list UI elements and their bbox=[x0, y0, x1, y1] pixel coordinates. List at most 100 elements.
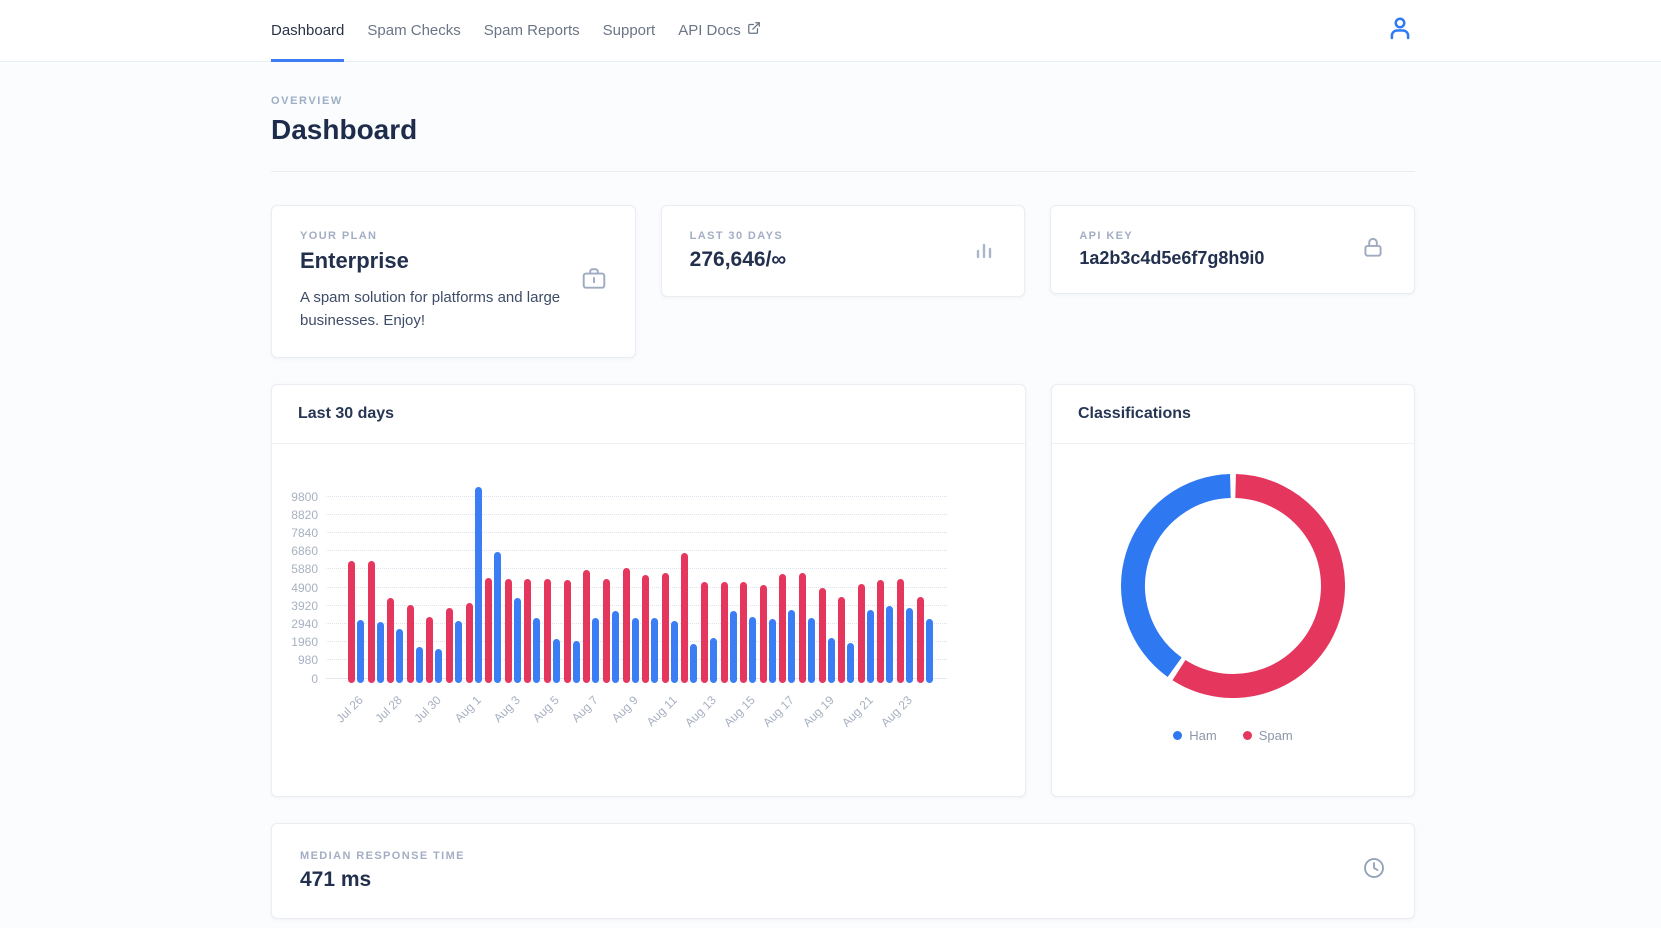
bar-group: Aug 13 bbox=[701, 582, 717, 678]
legend-label: Ham bbox=[1189, 728, 1216, 743]
briefcase-icon bbox=[581, 266, 607, 297]
bar-ham bbox=[435, 649, 442, 682]
last-30-days-chart-card: Last 30 days 098019602940392049005880686… bbox=[271, 384, 1026, 797]
y-tick-label: 980 bbox=[298, 653, 318, 667]
bar-chart-plot-area: Jul 26Jul 28Jul 30Aug 1Aug 3Aug 5Aug 7Au… bbox=[326, 497, 947, 679]
bar-ham bbox=[396, 629, 403, 683]
x-tick-label: Aug 11 bbox=[643, 693, 679, 729]
x-tick-label: Aug 15 bbox=[721, 693, 758, 730]
bar-group: Aug 9 bbox=[623, 568, 639, 678]
bar-group bbox=[407, 605, 423, 678]
plan-card-label: YOUR PLAN bbox=[300, 230, 565, 242]
x-tick-label: Aug 7 bbox=[569, 693, 601, 725]
bar-spam bbox=[760, 585, 767, 683]
y-tick-label: 8820 bbox=[291, 508, 318, 522]
bar-chart: 0980196029403920490058806860784088209800… bbox=[272, 444, 1025, 679]
nav-item-api-docs[interactable]: API Docs bbox=[678, 0, 761, 62]
bar-ham bbox=[710, 638, 717, 683]
bar-spam bbox=[368, 561, 375, 683]
bar-spam bbox=[642, 575, 649, 683]
y-tick-label: 9800 bbox=[291, 490, 318, 504]
bar-ham bbox=[416, 647, 423, 682]
bar-group: Aug 21 bbox=[858, 584, 874, 678]
bar-group: Jul 28 bbox=[387, 598, 403, 679]
bar-ham bbox=[749, 617, 756, 683]
donut-chart-title: Classifications bbox=[1052, 385, 1414, 444]
x-tick-label: Jul 30 bbox=[412, 693, 445, 726]
bar-ham bbox=[592, 618, 599, 683]
bar-ham bbox=[377, 622, 384, 682]
bar-group: Aug 19 bbox=[819, 588, 835, 679]
bar-group bbox=[799, 573, 815, 679]
bar-spam bbox=[877, 580, 884, 682]
bar-group: Aug 15 bbox=[740, 582, 756, 678]
classifications-chart-card: Classifications Ham Spam bbox=[1051, 384, 1415, 797]
bar-ham bbox=[671, 621, 678, 682]
bar-group bbox=[838, 597, 854, 678]
nav-label: Support bbox=[603, 22, 656, 39]
bar-ham bbox=[788, 610, 795, 682]
nav-item-spam-reports[interactable]: Spam Reports bbox=[484, 0, 580, 62]
donut-segment-spam bbox=[1179, 486, 1333, 686]
bar-ham bbox=[533, 618, 540, 682]
bar-spam bbox=[426, 617, 433, 683]
bar-group bbox=[446, 608, 462, 678]
bar-group bbox=[917, 597, 933, 678]
user-account-button[interactable] bbox=[1385, 13, 1415, 48]
legend-item-spam[interactable]: Spam bbox=[1243, 728, 1293, 743]
bar-spam bbox=[897, 579, 904, 682]
user-icon bbox=[1385, 13, 1415, 48]
bar-spam bbox=[819, 588, 826, 683]
bar-spam bbox=[740, 582, 747, 682]
bar-ham bbox=[632, 618, 639, 683]
bar-group bbox=[368, 561, 384, 679]
bar-spam bbox=[564, 580, 571, 682]
bar-group bbox=[642, 575, 658, 679]
bar-ham bbox=[847, 643, 854, 683]
bar-spam bbox=[407, 605, 414, 682]
external-link-icon bbox=[747, 22, 761, 39]
x-tick-label: Jul 28 bbox=[373, 693, 406, 726]
api-key-card: API KEY 1a2b3c4d5e6f7g8h9i0 bbox=[1050, 205, 1415, 294]
usage-card-label: LAST 30 DAYS bbox=[690, 230, 787, 242]
bar-ham bbox=[808, 618, 815, 683]
api-key-value: 1a2b3c4d5e6f7g8h9i0 bbox=[1079, 248, 1264, 269]
x-tick-label: Jul 26 bbox=[333, 693, 366, 726]
bar-ham bbox=[455, 621, 462, 682]
y-tick-label: 2940 bbox=[291, 617, 318, 631]
x-tick-label: Aug 1 bbox=[451, 693, 483, 725]
nav-label: Spam Checks bbox=[367, 22, 460, 39]
page-title: Dashboard bbox=[271, 114, 1415, 146]
bar-spam bbox=[799, 573, 806, 683]
bar-spam bbox=[681, 553, 688, 682]
bar-group bbox=[760, 585, 776, 679]
donut-legend: Ham Spam bbox=[1173, 728, 1292, 743]
y-tick-label: 6860 bbox=[291, 544, 318, 558]
x-tick-label: Aug 3 bbox=[491, 693, 523, 725]
x-tick-label: Aug 9 bbox=[608, 693, 640, 725]
legend-item-ham[interactable]: Ham bbox=[1173, 728, 1216, 743]
x-tick-label: Aug 23 bbox=[878, 693, 915, 730]
bar-ham bbox=[906, 608, 913, 682]
y-tick-label: 7840 bbox=[291, 526, 318, 540]
bars-row: Jul 26Jul 28Jul 30Aug 1Aug 3Aug 5Aug 7Au… bbox=[326, 487, 947, 679]
main-nav: Dashboard Spam Checks Spam Reports Suppo… bbox=[271, 0, 761, 62]
bar-ham bbox=[357, 620, 364, 682]
nav-item-spam-checks[interactable]: Spam Checks bbox=[367, 0, 460, 62]
bar-ham bbox=[494, 552, 501, 683]
bar-ham bbox=[828, 638, 835, 683]
bar-ham bbox=[867, 610, 874, 682]
bar-group: Aug 1 bbox=[466, 487, 482, 679]
bar-spam bbox=[485, 578, 492, 683]
bar-ham bbox=[886, 606, 893, 682]
title-divider bbox=[271, 171, 1415, 172]
bar-ham bbox=[475, 487, 482, 683]
nav-item-dashboard[interactable]: Dashboard bbox=[271, 0, 344, 62]
y-tick-label: 5880 bbox=[291, 562, 318, 576]
bar-group: Jul 30 bbox=[426, 617, 442, 679]
bar-chart-icon bbox=[972, 237, 996, 266]
nav-item-support[interactable]: Support bbox=[603, 0, 656, 62]
nav-label: Spam Reports bbox=[484, 22, 580, 39]
bar-spam bbox=[348, 561, 355, 683]
bar-spam bbox=[466, 603, 473, 683]
